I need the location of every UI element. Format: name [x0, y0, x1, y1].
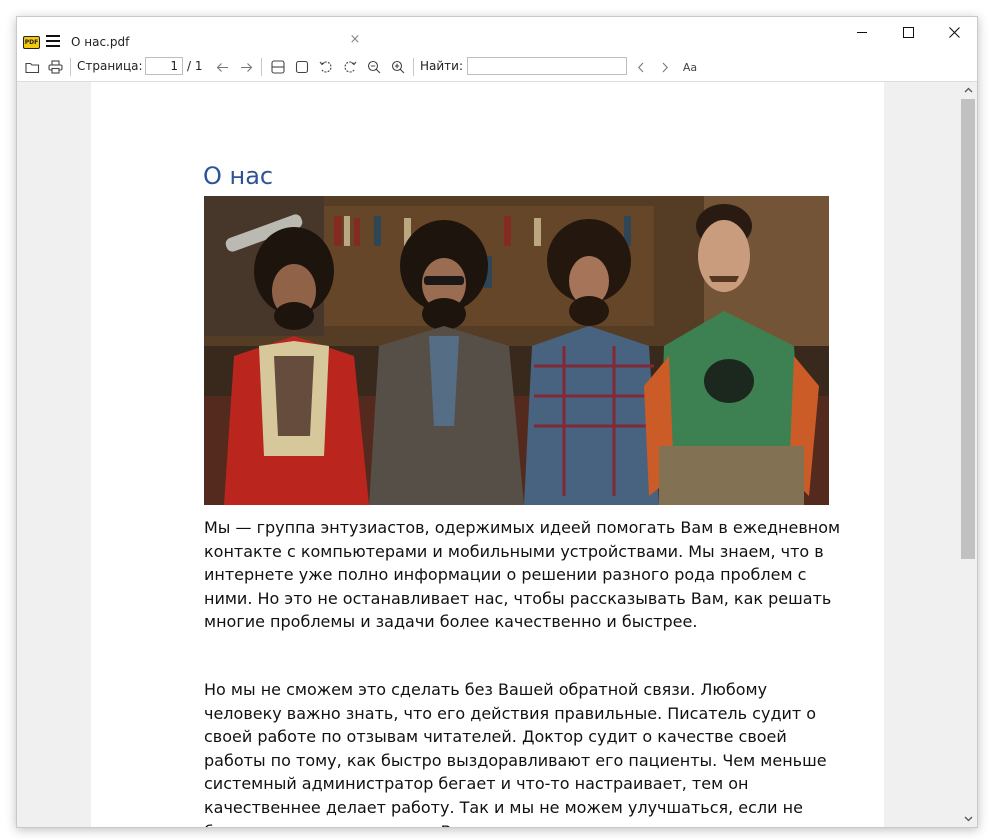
document-heading: О нас	[203, 162, 274, 190]
zoom-in-icon	[391, 60, 405, 74]
arrow-left-icon	[216, 62, 228, 72]
fit-page-button[interactable]	[293, 57, 311, 77]
team-photo	[204, 196, 829, 505]
vertical-scrollbar[interactable]	[959, 82, 977, 827]
arrow-right-icon	[240, 62, 252, 72]
minimize-icon	[857, 31, 867, 33]
rotate-left-icon	[319, 61, 332, 73]
toolbar-separator	[70, 58, 71, 76]
close-icon	[948, 26, 960, 38]
zoom-in-button[interactable]	[389, 57, 407, 77]
find-label: Найти:	[420, 59, 464, 73]
printer-icon	[47, 60, 63, 74]
find-input[interactable]	[467, 57, 627, 75]
find-next-button[interactable]	[657, 57, 673, 77]
maximize-button[interactable]	[885, 17, 931, 47]
document-viewport[interactable]: О нас Мы — группа энтузиастов, одержимых…	[17, 82, 959, 827]
fit-width-icon	[271, 60, 285, 74]
zoom-out-button[interactable]	[365, 57, 383, 77]
app-logo: PDF	[23, 36, 40, 49]
tab-close-button[interactable]: ×	[348, 33, 362, 47]
zoom-out-icon	[367, 60, 381, 74]
open-file-button[interactable]	[23, 57, 41, 77]
find-previous-button[interactable]	[633, 57, 649, 77]
previous-page-button[interactable]	[213, 57, 231, 77]
pdf-viewer-window: PDF О нас.pdf × Страница: 1 / 1 Найти: A…	[16, 16, 978, 828]
fit-width-button[interactable]	[269, 57, 287, 77]
toolbar-separator	[413, 58, 414, 76]
print-button[interactable]	[46, 57, 64, 77]
page-label: Страница:	[77, 59, 143, 73]
scroll-thumb[interactable]	[961, 99, 975, 559]
match-case-button[interactable]: Aa	[681, 57, 699, 77]
hamburger-menu-icon[interactable]	[46, 35, 60, 47]
toolbar: Страница: 1 / 1 Найти: Aa	[17, 53, 977, 82]
chevron-up-icon	[964, 87, 972, 93]
chevron-left-icon	[638, 62, 644, 72]
paragraph-feedback: Но мы не сможем это сделать без Вашей об…	[204, 680, 827, 827]
fit-page-icon	[295, 60, 309, 74]
scroll-up-button[interactable]	[959, 82, 977, 98]
folder-icon	[24, 62, 39, 73]
close-window-button[interactable]	[931, 17, 977, 47]
maximize-icon	[902, 26, 914, 38]
team-photo-graphic	[204, 196, 829, 505]
rotate-right-icon	[344, 61, 357, 73]
minimize-button[interactable]	[839, 17, 885, 47]
rotate-left-button[interactable]	[317, 57, 335, 77]
title-bar: PDF О нас.pdf ×	[17, 17, 977, 53]
toolbar-separator	[261, 58, 262, 76]
next-page-button[interactable]	[237, 57, 255, 77]
tab-title: О нас.pdf	[71, 35, 130, 49]
scroll-down-button[interactable]	[959, 811, 977, 827]
pdf-page: О нас Мы — группа энтузиастов, одержимых…	[91, 82, 884, 827]
page-total: / 1	[187, 59, 203, 73]
chevron-down-icon	[964, 816, 972, 822]
page-number-input[interactable]: 1	[145, 57, 183, 75]
rotate-right-button[interactable]	[341, 57, 359, 77]
paragraph-about: Мы — группа энтузиастов, одержимых идеей…	[204, 518, 841, 632]
document-tab[interactable]: PDF О нас.pdf ×	[17, 27, 367, 53]
chevron-right-icon	[662, 62, 668, 72]
